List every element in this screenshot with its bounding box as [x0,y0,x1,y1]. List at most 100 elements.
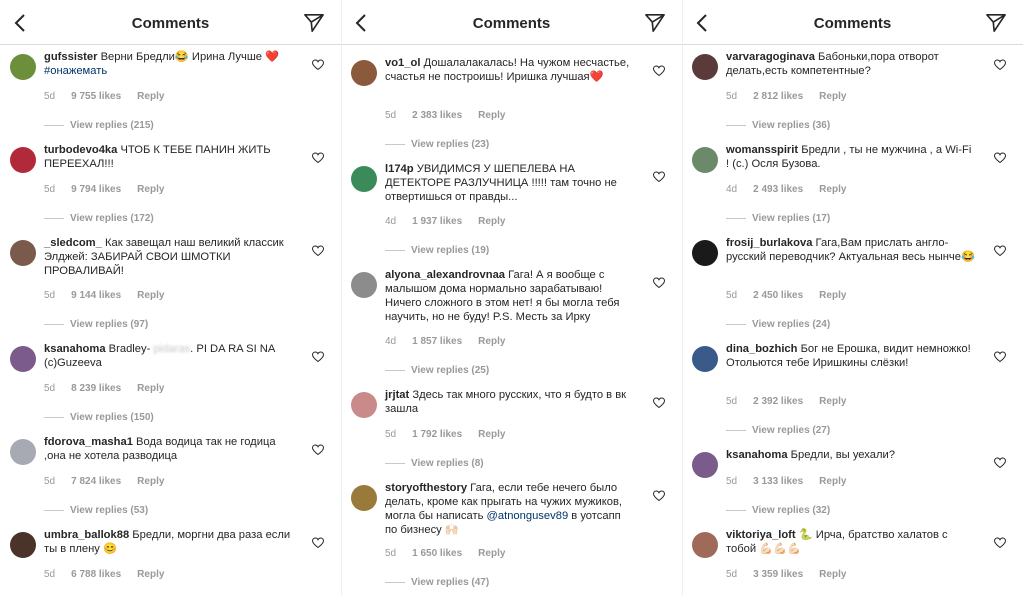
avatar[interactable] [692,240,718,266]
reply-button[interactable]: Reply [819,91,846,102]
heart-icon[interactable] [311,536,325,549]
heart-icon[interactable] [311,244,325,257]
comment-likes[interactable]: 3 133 likes [753,476,803,487]
comment-link[interactable]: @atnongusev89 [487,510,569,522]
view-replies-button[interactable]: View replies (17) [726,213,830,224]
comment-likes[interactable]: 1 937 likes [412,216,462,227]
avatar[interactable] [692,346,718,372]
reply-button[interactable]: Reply [137,476,164,487]
comment-username[interactable]: varvaragoginava [726,51,815,63]
comment-username[interactable]: fdorova_masha1 [44,436,133,448]
reply-button[interactable]: Reply [819,290,846,301]
view-replies-button[interactable]: View replies (8) [385,458,484,469]
heart-icon[interactable] [993,151,1007,164]
comment-username[interactable]: viktoriya_loft [726,529,796,541]
avatar[interactable] [351,166,377,192]
reply-button[interactable]: Reply [478,110,505,121]
avatar[interactable] [692,147,718,173]
avatar[interactable] [10,532,36,558]
view-replies-button[interactable]: View replies (23) [385,139,489,150]
view-replies-button[interactable]: View replies (172) [44,213,154,224]
comment-username[interactable]: ksanahoma [726,449,788,461]
heart-icon[interactable] [993,456,1007,469]
comment-likes[interactable]: 1 857 likes [412,336,462,347]
avatar[interactable] [692,452,718,478]
avatar[interactable] [351,485,377,511]
avatar[interactable] [10,439,36,465]
comment-username[interactable]: ksanahoma [44,343,106,355]
comment-username[interactable]: alyona_alexandrovnaa [385,269,505,281]
avatar[interactable] [10,240,36,266]
comment-username[interactable]: jrjtat [385,389,409,401]
heart-icon[interactable] [652,276,666,289]
comment-likes[interactable]: 2 392 likes [753,396,803,407]
reply-button[interactable]: Reply [478,548,505,559]
comment-username[interactable]: vo1_ol [385,57,420,69]
view-replies-button[interactable]: View replies (47) [385,577,489,588]
heart-icon[interactable] [652,489,666,502]
heart-icon[interactable] [993,58,1007,71]
send-icon[interactable] [303,13,325,33]
comment-username[interactable]: turbodevo4ka [44,144,117,156]
comment-likes[interactable]: 2 493 likes [753,184,803,195]
view-replies-button[interactable]: View replies (36) [726,120,830,131]
heart-icon[interactable] [993,536,1007,549]
avatar[interactable] [10,54,36,80]
comment-username[interactable]: _sledcom_ [44,237,102,249]
comment-username[interactable]: dina_bozhich [726,343,797,355]
view-replies-button[interactable]: View replies (32) [726,505,830,516]
comment-username[interactable]: storyofthestory [385,482,467,494]
heart-icon[interactable] [652,170,666,183]
comment-username[interactable]: gufssister [44,51,97,63]
view-replies-button[interactable]: View replies (53) [44,505,148,516]
comment-likes[interactable]: 8 239 likes [71,383,121,394]
heart-icon[interactable] [311,350,325,363]
comment-username[interactable]: l174p [385,163,414,175]
reply-button[interactable]: Reply [478,429,505,440]
avatar[interactable] [692,54,718,80]
reply-button[interactable]: Reply [137,184,164,195]
comment-link[interactable]: #онажемать [44,65,107,77]
reply-button[interactable]: Reply [137,383,164,394]
comment-username[interactable]: frosij_burlakova [726,237,812,249]
view-replies-button[interactable]: View replies (24) [726,319,830,330]
reply-button[interactable]: Reply [819,569,846,580]
comment-likes[interactable]: 2 383 likes [412,110,462,121]
comment-username[interactable]: umbra_ballok88 [44,529,129,541]
avatar[interactable] [10,346,36,372]
view-replies-button[interactable]: View replies (27) [726,425,830,436]
heart-icon[interactable] [652,64,666,77]
heart-icon[interactable] [652,396,666,409]
heart-icon[interactable] [311,443,325,456]
heart-icon[interactable] [993,244,1007,257]
avatar[interactable] [351,272,377,298]
send-icon[interactable] [985,13,1007,33]
comment-likes[interactable]: 9 144 likes [71,290,121,301]
view-replies-button[interactable]: View replies (97) [44,319,148,330]
heart-icon[interactable] [993,350,1007,363]
comment-likes[interactable]: 2 450 likes [753,290,803,301]
comment-likes[interactable]: 6 788 likes [71,569,121,580]
comment-likes[interactable]: 7 824 likes [71,476,121,487]
reply-button[interactable]: Reply [819,184,846,195]
avatar[interactable] [10,147,36,173]
send-icon[interactable] [644,13,666,33]
reply-button[interactable]: Reply [137,569,164,580]
view-replies-button[interactable]: View replies (215) [44,120,154,131]
reply-button[interactable]: Reply [819,396,846,407]
reply-button[interactable]: Reply [137,91,164,102]
comment-likes[interactable]: 3 359 likes [753,569,803,580]
view-replies-button[interactable]: View replies (19) [385,245,489,256]
heart-icon[interactable] [311,58,325,71]
reply-button[interactable]: Reply [478,336,505,347]
comment-likes[interactable]: 1 792 likes [412,429,462,440]
reply-button[interactable]: Reply [819,476,846,487]
avatar[interactable] [692,532,718,558]
avatar[interactable] [351,392,377,418]
comment-likes[interactable]: 9 755 likes [71,91,121,102]
reply-button[interactable]: Reply [137,290,164,301]
avatar[interactable] [351,60,377,86]
comment-username[interactable]: womansspirit [726,144,798,156]
view-replies-button[interactable]: View replies (150) [44,412,154,423]
view-replies-button[interactable]: View replies (25) [385,365,489,376]
